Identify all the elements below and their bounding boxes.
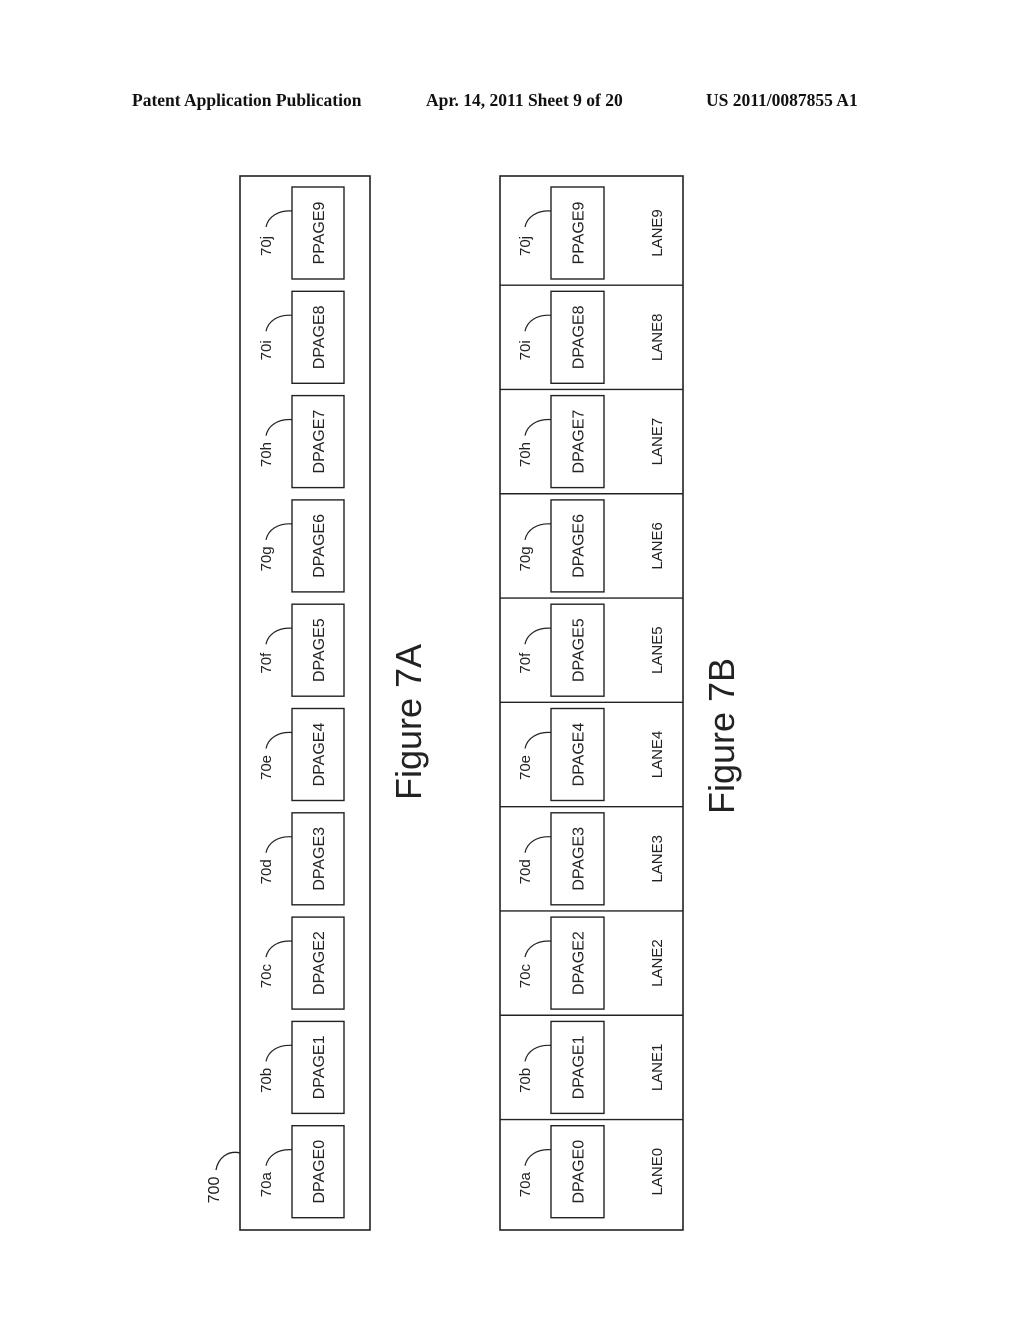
page-label: PPAGE9 [571, 201, 588, 264]
reference-numeral: 70e [258, 755, 275, 780]
reference-leader [265, 314, 293, 332]
reference-numeral: 70c [258, 964, 275, 989]
page-group: DPAGE5 70f LANE5 [517, 603, 666, 697]
page-label: DPAGE8 [571, 305, 588, 369]
reference-numeral: 70j [517, 236, 534, 256]
lane-label: LANE4 [649, 731, 666, 779]
page-label: DPAGE5 [311, 618, 328, 682]
page-group: DPAGE7 70h LANE7 [517, 394, 666, 489]
lane-label: LANE6 [649, 522, 666, 570]
page-group: PPAGE9 70j [258, 186, 345, 280]
reference-leader [265, 1149, 293, 1166]
reference-leader [524, 731, 552, 749]
reference-leader [524, 1149, 552, 1166]
reference-leader [265, 627, 293, 645]
figure-7a-caption: Figure 7A [388, 644, 429, 800]
reference-numeral: 70a [517, 1172, 534, 1198]
page-group: DPAGE2 70c LANE2 [517, 916, 666, 1010]
page-label: DPAGE4 [311, 723, 328, 787]
lane-label: LANE8 [649, 314, 666, 362]
page-group: DPAGE7 70h [258, 394, 345, 489]
reference-numeral: 70h [517, 442, 534, 467]
page-label: DPAGE1 [311, 1035, 328, 1099]
page-group: DPAGE0 70a [258, 1124, 345, 1219]
container-700-leader [215, 1151, 241, 1171]
page-group: DPAGE5 70f [258, 603, 345, 697]
reference-numeral: 70b [517, 1068, 534, 1093]
page-group: DPAGE6 70g [258, 499, 345, 593]
reference-numeral: 70b [258, 1068, 275, 1093]
page-group: PPAGE9 70j LANE9 [517, 186, 666, 280]
reference-leader [524, 1044, 552, 1062]
page-label: DPAGE4 [571, 723, 588, 787]
page-group: DPAGE2 70c [258, 916, 345, 1010]
reference-numeral: 70c [517, 964, 534, 989]
page-label: DPAGE0 [571, 1140, 588, 1204]
reference-leader [524, 523, 552, 541]
lane-label: LANE7 [649, 418, 666, 466]
reference-leader [265, 731, 293, 749]
page-group: DPAGE4 70e [258, 707, 345, 802]
page-label: DPAGE6 [311, 514, 328, 578]
reference-leader [524, 627, 552, 645]
reference-numeral: 70f [517, 652, 534, 674]
page-group: DPAGE1 70b LANE1 [517, 1020, 666, 1115]
page-group: DPAGE0 70a LANE0 [517, 1124, 666, 1219]
page-label: DPAGE7 [571, 410, 588, 474]
figure-7b: DPAGE0 70a LANE0 DPAGE1 70b LANE1 DPAGE2 70c LAN… [499, 175, 742, 1231]
page-label: DPAGE1 [571, 1035, 588, 1099]
reference-numeral: 70f [258, 652, 275, 674]
page-label: DPAGE7 [311, 410, 328, 474]
page-label: PPAGE9 [311, 201, 328, 264]
reference-numeral: 70g [517, 546, 534, 571]
reference-leader [265, 836, 293, 853]
reference-leader [524, 836, 552, 853]
page-label: DPAGE2 [311, 931, 328, 995]
lane-label: LANE5 [649, 626, 666, 674]
reference-numeral: 70i [258, 340, 275, 360]
page-label: DPAGE6 [571, 514, 588, 578]
page-label: DPAGE3 [571, 827, 588, 891]
reference-leader [265, 418, 293, 436]
page-group: DPAGE8 70i [258, 290, 345, 384]
container-700-ref: 700 [206, 1177, 223, 1204]
reference-numeral: 70d [517, 859, 534, 884]
reference-leader [524, 210, 552, 228]
page-group: DPAGE8 70i LANE8 [517, 290, 666, 384]
reference-leader [524, 314, 552, 332]
reference-leader [265, 210, 293, 228]
page-group: DPAGE1 70b [258, 1020, 345, 1115]
reference-numeral: 70i [517, 340, 534, 360]
reference-numeral: 70j [258, 236, 275, 256]
lane-label: LANE9 [649, 209, 666, 257]
lane-label: LANE3 [649, 835, 666, 883]
reference-numeral: 70a [258, 1172, 275, 1198]
reference-numeral: 70h [258, 442, 275, 467]
reference-leader [524, 940, 552, 958]
page-label: DPAGE3 [311, 827, 328, 891]
patent-figure: 700 DPAGE0 70a DPAGE1 70b DPAGE2 70c DPAGE3 70d… [206, 175, 742, 1231]
page-label: DPAGE5 [571, 618, 588, 682]
page-label: DPAGE8 [311, 305, 328, 369]
figure-7a: 700 DPAGE0 70a DPAGE1 70b DPAGE2 70c DPAGE3 70d… [206, 175, 429, 1231]
page-label: DPAGE2 [571, 931, 588, 995]
page-label: DPAGE0 [311, 1140, 328, 1204]
lane-label: LANE2 [649, 939, 666, 987]
reference-numeral: 70e [517, 755, 534, 780]
reference-leader [265, 523, 293, 541]
reference-leader [265, 940, 293, 958]
reference-leader [265, 1044, 293, 1062]
page-group: DPAGE4 70e LANE4 [517, 707, 666, 802]
page-group: DPAGE3 70d LANE3 [517, 812, 666, 906]
reference-numeral: 70d [258, 859, 275, 884]
page-group: DPAGE6 70g LANE6 [517, 499, 666, 593]
figure-7b-caption: Figure 7B [701, 658, 742, 814]
lane-label: LANE0 [649, 1148, 666, 1196]
reference-leader [524, 418, 552, 436]
lane-label: LANE1 [649, 1044, 666, 1092]
page-group: DPAGE3 70d [258, 812, 345, 906]
reference-numeral: 70g [258, 546, 275, 571]
